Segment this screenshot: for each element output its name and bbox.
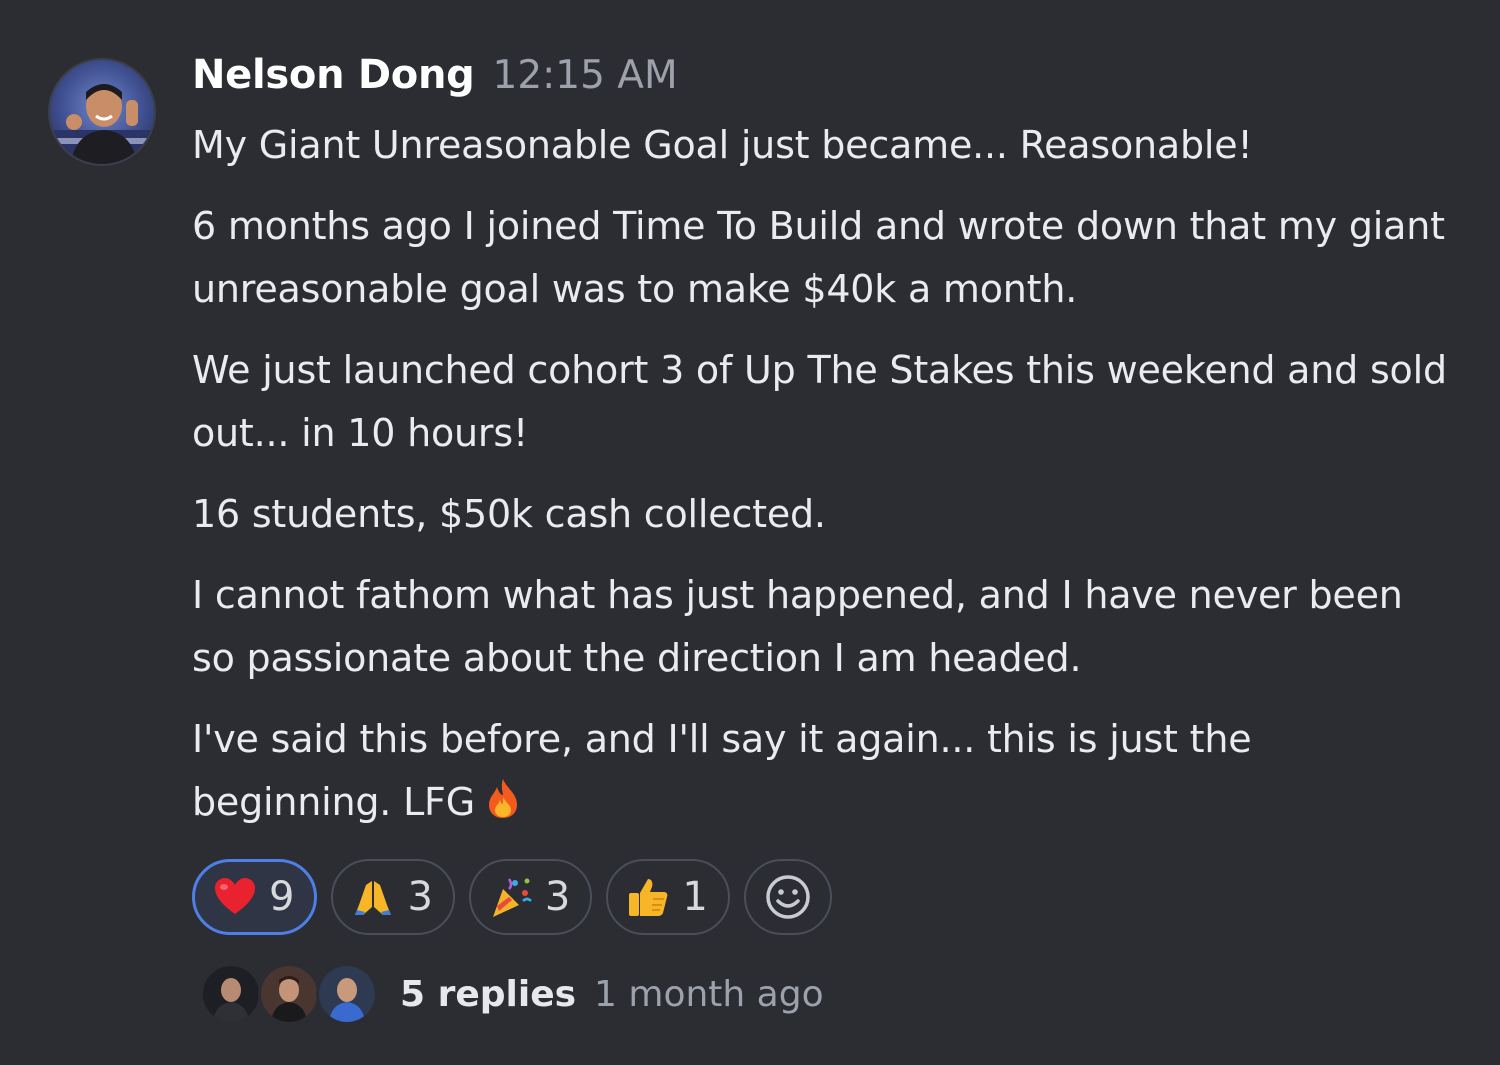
message-paragraph: 16 students, $50k cash collected. [192, 492, 826, 536]
smiley-add-reaction-icon [766, 875, 810, 919]
reply-avatar [316, 963, 378, 1025]
author-name[interactable]: Nelson Dong [192, 52, 475, 98]
reply-avatar [258, 963, 320, 1025]
reaction-count: 3 [407, 874, 433, 920]
reaction-count: 9 [269, 874, 295, 920]
thumbs-up-icon [629, 879, 668, 916]
last-reply-time: 1 month ago [594, 973, 824, 1015]
reply-avatars [200, 963, 378, 1025]
reactions-bar: 9 3 3 1 [192, 858, 1452, 936]
reply-avatar [200, 963, 262, 1025]
message-timestamp[interactable]: 12:15 AM [493, 53, 678, 98]
message-paragraph: 6 months ago I joined Time To Build and … [192, 204, 1445, 311]
thread-summary[interactable]: 5 replies 1 month ago [200, 962, 1452, 1026]
red-heart-icon [215, 878, 255, 914]
reaction-heart[interactable]: 9 [192, 859, 318, 935]
message-paragraph-text: I've said this before, and I'll say it a… [192, 717, 1252, 824]
fire-icon [485, 775, 521, 838]
reaction-folded-hands[interactable]: 3 [331, 859, 455, 935]
message-header: Nelson Dong 12:15 AM [192, 52, 1452, 104]
folded-hands-icon [355, 881, 392, 915]
message-paragraph: We just launched cohort 3 of Up The Stak… [192, 348, 1447, 455]
add-reaction-button[interactable] [743, 859, 832, 935]
message-paragraph-last: I've said this before, and I'll say it a… [192, 708, 1452, 838]
message-paragraph: My Giant Unreasonable Goal just became..… [192, 123, 1253, 167]
message-body: My Giant Unreasonable Goal just became..… [192, 114, 1452, 838]
replies-count[interactable]: 5 replies [400, 974, 576, 1015]
author-avatar[interactable] [48, 58, 156, 166]
reaction-count: 1 [682, 874, 708, 920]
chat-message: Nelson Dong 12:15 AM My Giant Unreasonab… [0, 0, 1500, 1065]
message-content: Nelson Dong 12:15 AM My Giant Unreasonab… [192, 52, 1452, 1026]
reaction-party-popper[interactable]: 3 [468, 859, 593, 935]
party-popper-icon [492, 878, 532, 917]
reaction-count: 3 [544, 874, 571, 920]
message-paragraph: I cannot fathom what has just happened, … [192, 573, 1403, 680]
reaction-thumbs-up[interactable]: 1 [606, 859, 730, 935]
